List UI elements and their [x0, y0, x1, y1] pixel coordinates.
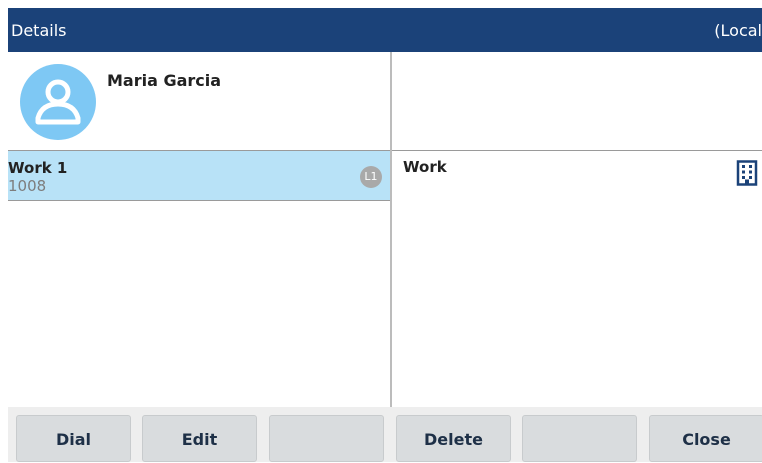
contact-details-screen: Details (Local Maria Garcia Work 1 1008 … — [0, 0, 762, 462]
divider — [392, 150, 762, 151]
number-type-label: Work — [403, 158, 447, 176]
close-button[interactable]: Close — [649, 415, 762, 462]
line-badge: L1 — [360, 166, 382, 188]
directory-scope-label: (Local — [714, 21, 762, 40]
softkey-bar: Dial Edit Delete Close — [8, 407, 762, 462]
delete-button[interactable]: Delete — [396, 415, 511, 462]
person-icon — [35, 79, 81, 125]
entry-detail-pane: Work — [392, 52, 762, 407]
empty-softkey[interactable] — [269, 415, 384, 462]
avatar — [20, 64, 96, 140]
building-icon — [736, 160, 758, 186]
edit-button[interactable]: Edit — [142, 415, 257, 462]
contact-pane: Maria Garcia Work 1 1008 L1 — [8, 52, 390, 407]
entry-label: Work 1 — [8, 159, 68, 177]
title-bar: Details (Local — [8, 8, 762, 52]
contact-name: Maria Garcia — [107, 71, 222, 90]
page-title: Details — [11, 21, 67, 40]
entry-number: 1008 — [8, 177, 47, 195]
dial-button[interactable]: Dial — [16, 415, 131, 462]
empty-softkey[interactable] — [522, 415, 637, 462]
phone-entry-row[interactable]: Work 1 1008 L1 — [8, 151, 390, 201]
